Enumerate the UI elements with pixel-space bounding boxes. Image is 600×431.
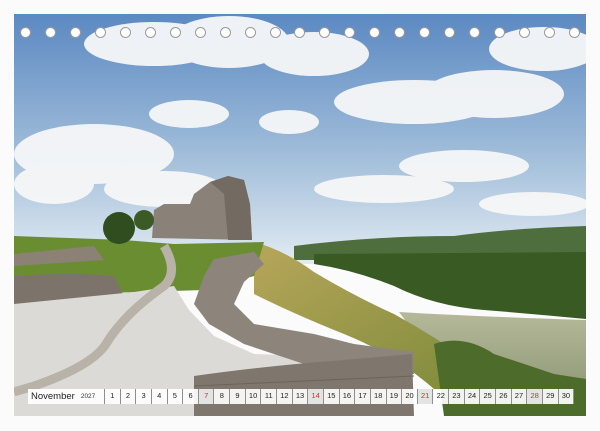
binding-ring — [119, 26, 131, 38]
binding-ring — [94, 26, 106, 38]
castle-ruin-photo — [14, 14, 586, 416]
day-cell: 28 — [526, 389, 542, 404]
day-cell: 14 — [307, 389, 323, 404]
binding-ring — [419, 26, 431, 38]
spiral-binding — [20, 24, 580, 40]
binding-ring — [244, 26, 256, 38]
binding-ring — [269, 26, 281, 38]
day-cell: 7 — [197, 389, 214, 404]
binding-ring — [469, 26, 481, 38]
binding-ring — [444, 26, 456, 38]
day-cell: 12 — [276, 389, 292, 404]
day-cell: 23 — [448, 389, 464, 404]
calendar-date-strip: November 2027 1 2 3 4 5 6 7 8 9 10 11 12 13 14 15 16 17 1… — [28, 389, 575, 404]
day-cell: 4 — [150, 389, 167, 404]
year: 2027 — [80, 393, 96, 400]
day-cells: 1 2 3 4 5 6 7 8 9 10 11 12 13 14 15 16 17 18 19 20 21 22 23 24 2… — [104, 389, 575, 404]
day-cell: 27 — [510, 389, 527, 404]
day-cell: 21 — [416, 389, 433, 404]
day-cell: 11 — [260, 389, 276, 404]
binding-ring — [169, 26, 181, 38]
binding-ring — [544, 26, 556, 38]
day-cell: 24 — [463, 389, 480, 404]
day-cell: 19 — [385, 389, 402, 404]
binding-ring — [568, 26, 580, 38]
day-cell: 18 — [369, 389, 386, 404]
binding-ring — [394, 26, 406, 38]
day-cell: 5 — [166, 389, 183, 404]
binding-ring — [219, 26, 231, 38]
day-cell: 10 — [244, 389, 261, 404]
binding-ring — [494, 26, 506, 38]
day-cell: 15 — [322, 389, 339, 404]
day-cell: 17 — [354, 389, 370, 404]
binding-ring — [144, 26, 156, 38]
day-cell: 2 — [119, 389, 136, 404]
day-cell: 20 — [401, 389, 417, 404]
day-cell: 26 — [495, 389, 511, 404]
binding-ring — [369, 26, 381, 38]
day-cell: 25 — [479, 389, 495, 404]
binding-ring — [20, 26, 31, 38]
binding-ring — [519, 26, 531, 38]
binding-ring — [344, 26, 356, 38]
day-cell: 30 — [557, 389, 575, 404]
binding-ring — [294, 26, 306, 38]
day-cell: 1 — [104, 389, 120, 404]
day-cell: 22 — [432, 389, 448, 404]
month-name: November — [31, 391, 75, 402]
day-cell: 6 — [182, 389, 198, 404]
day-cell: 9 — [229, 389, 245, 404]
day-cell: 8 — [213, 389, 229, 404]
month-label: November 2027 — [28, 389, 104, 404]
calendar-page: November 2027 1 2 3 4 5 6 7 8 9 10 11 12 13 14 15 16 17 1… — [0, 0, 600, 431]
tree — [103, 212, 135, 244]
day-cell: 29 — [541, 389, 558, 404]
binding-ring — [319, 26, 331, 38]
day-cell: 3 — [135, 389, 151, 404]
day-cell: 13 — [291, 389, 308, 404]
day-cell: 16 — [338, 389, 355, 404]
binding-ring — [69, 26, 81, 38]
binding-ring — [44, 26, 56, 38]
binding-ring — [194, 26, 206, 38]
